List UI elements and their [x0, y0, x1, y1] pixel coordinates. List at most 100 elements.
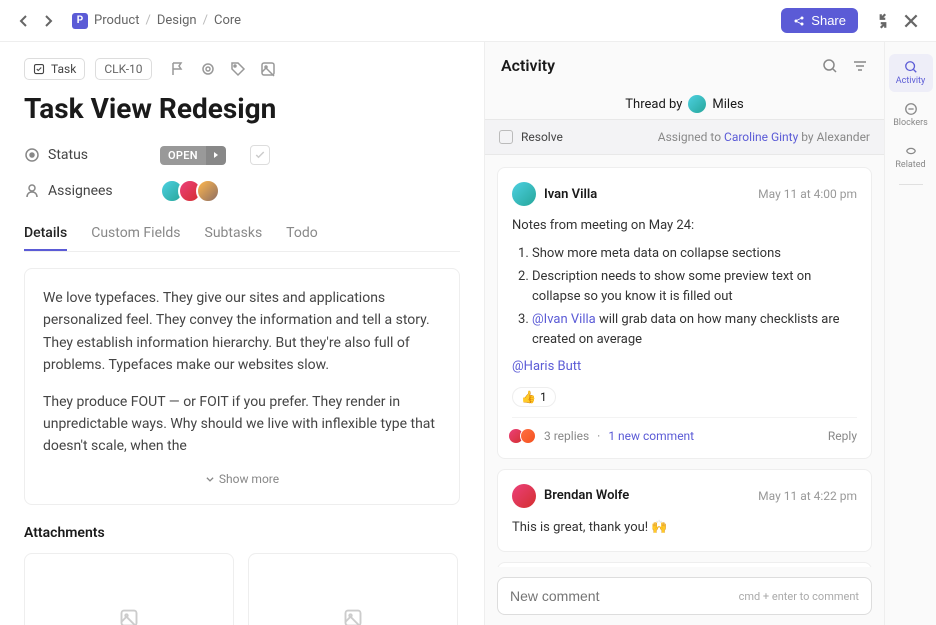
task-type-label: Task	[51, 62, 76, 76]
image-icon[interactable]	[260, 61, 276, 77]
share-button[interactable]: Share	[781, 8, 858, 33]
close-icon[interactable]	[902, 12, 920, 30]
project-icon: P	[72, 13, 88, 29]
task-panel: Task CLK-10 Task View Redesign Status OP…	[0, 42, 484, 625]
sidebar-item-activity[interactable]: Activity	[889, 54, 933, 92]
complete-checkbox[interactable]	[250, 145, 270, 165]
attachment-placeholder[interactable]	[24, 553, 234, 625]
task-header-row: Task CLK-10	[24, 58, 460, 80]
nav-back-button[interactable]	[16, 13, 32, 29]
comment-footer: 3 replies · 1 new comment Reply	[512, 417, 857, 444]
composer-hint: cmd + enter to comment	[739, 590, 859, 603]
mention[interactable]: @Ivan Villa	[532, 312, 596, 327]
activity-panel: Activity Thread by Miles Resolve Assigne…	[484, 42, 884, 625]
page-title: Task View Redesign	[24, 92, 460, 125]
sidebar-item-label: Activity	[896, 76, 925, 86]
chevron-down-icon	[205, 474, 215, 484]
sidebar-item-label: Blockers	[893, 118, 928, 128]
sidebar-item-blockers[interactable]: Blockers	[889, 96, 933, 134]
composer-box[interactable]: cmd + enter to comment	[497, 577, 872, 615]
image-icon	[343, 608, 363, 625]
new-comment-link[interactable]: 1 new comment	[608, 429, 694, 443]
assignees-row: Assignees	[24, 179, 460, 203]
breadcrumb: P Product / Design / Core	[72, 13, 241, 29]
comment-author: Brendan Wolfe	[544, 488, 758, 503]
assigned-text: Assigned to Caroline Ginty by Alexander	[658, 130, 870, 144]
task-id-chip[interactable]: CLK-10	[95, 58, 151, 80]
status-row: Status OPEN	[24, 145, 460, 165]
breadcrumb-separator: /	[203, 13, 208, 28]
activity-title: Activity	[501, 56, 822, 75]
description-text: We love typefaces. They give our sites a…	[43, 287, 441, 458]
comment: Ivan Villa May 11 at 4:00 pm Notes from …	[497, 167, 872, 459]
sidebar-item-related[interactable]: Related	[889, 138, 933, 176]
tag-icon[interactable]	[230, 61, 246, 77]
status-badge[interactable]: OPEN	[160, 146, 226, 165]
nav-forward-button[interactable]	[40, 13, 56, 29]
comment-body: Notes from meeting on May 24: Show more …	[512, 216, 857, 377]
status-icon	[24, 147, 40, 163]
related-icon	[904, 144, 918, 158]
topbar-icons	[874, 12, 920, 30]
filter-icon[interactable]	[852, 58, 868, 74]
comment-author: Ivan Villa	[544, 187, 758, 202]
search-icon[interactable]	[822, 58, 838, 74]
mention[interactable]: @Haris Butt	[512, 357, 857, 377]
reply-button[interactable]: Reply	[828, 429, 857, 443]
topbar: P Product / Design / Core Share	[0, 0, 936, 42]
assignees-label: Assignees	[24, 183, 144, 199]
replies-count[interactable]: 3 replies	[544, 429, 589, 443]
avatar	[688, 95, 706, 113]
blocker-icon	[904, 102, 918, 116]
flag-icon[interactable]	[170, 61, 186, 77]
thread-header: Thread by Miles	[485, 89, 884, 119]
comments-list: Ivan Villa May 11 at 4:00 pm Notes from …	[485, 155, 884, 567]
attachment-placeholder[interactable]	[248, 553, 458, 625]
attachments-grid	[24, 553, 460, 625]
comment-time: May 11 at 4:22 pm	[758, 489, 857, 503]
composer: cmd + enter to comment	[485, 567, 884, 625]
share-icon	[793, 15, 805, 27]
comment-body: This is great, thank you! 🙌	[512, 518, 857, 538]
tab-todo[interactable]: Todo	[286, 217, 318, 251]
target-icon[interactable]	[200, 61, 216, 77]
resolve-checkbox[interactable]	[499, 130, 513, 144]
tab-subtasks[interactable]: Subtasks	[205, 217, 263, 251]
description-box: We love typefaces. They give our sites a…	[24, 268, 460, 505]
attachments-label: Attachments	[24, 525, 460, 541]
avatar	[512, 484, 536, 508]
avatar	[196, 179, 220, 203]
breadcrumb-item[interactable]: Design	[157, 13, 197, 28]
comment: Brendan Wolfe May 11 at 4:22 pm This is …	[497, 469, 872, 553]
breadcrumb-item[interactable]: Core	[214, 13, 241, 28]
search-icon	[904, 60, 918, 74]
tabs: Details Custom Fields Subtasks Todo	[24, 217, 460, 252]
resolve-bar: Resolve Assigned to Caroline Ginty by Al…	[485, 119, 884, 155]
breadcrumb-separator: /	[145, 13, 150, 28]
nav-arrows	[16, 13, 56, 29]
task-type-chip[interactable]: Task	[24, 58, 85, 80]
status-next-button[interactable]	[206, 146, 226, 165]
share-button-label: Share	[811, 13, 846, 28]
divider	[899, 184, 923, 185]
comment-time: May 11 at 4:00 pm	[758, 187, 857, 201]
comment-input[interactable]	[510, 588, 739, 604]
person-icon	[24, 183, 40, 199]
sidebar-item-label: Related	[895, 160, 925, 170]
breadcrumb-item[interactable]: Product	[94, 13, 139, 28]
task-header-icons	[170, 61, 276, 77]
status-label: Status	[24, 147, 144, 163]
check-square-icon	[33, 63, 45, 75]
reaction-button[interactable]: 👍 1	[512, 387, 556, 407]
image-icon	[119, 608, 139, 625]
thumbs-up-icon: 👍	[521, 390, 536, 404]
tab-details[interactable]: Details	[24, 217, 67, 251]
show-more-button[interactable]: Show more	[43, 472, 441, 486]
thread-author: Miles	[712, 97, 743, 112]
assignee-avatars[interactable]	[160, 179, 220, 203]
resolve-label: Resolve	[521, 130, 658, 144]
minimize-icon[interactable]	[874, 12, 892, 30]
avatar	[520, 428, 536, 444]
tab-custom-fields[interactable]: Custom Fields	[91, 217, 180, 251]
avatar	[512, 182, 536, 206]
